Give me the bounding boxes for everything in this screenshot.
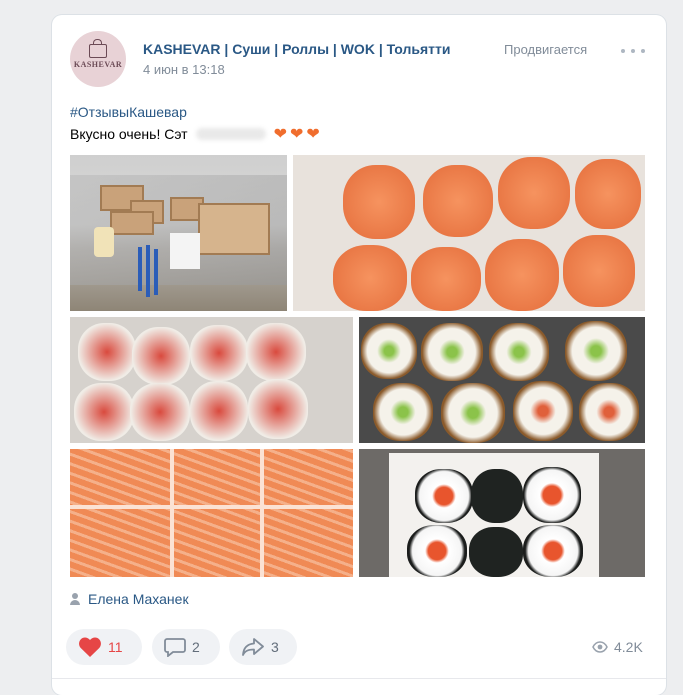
comment-icon [164,638,186,657]
post-photo-6[interactable] [359,449,645,577]
blurred-text [195,128,266,140]
share-icon [242,638,264,656]
post-text: Вкусно очень! Сэт ❤❤❤ [70,124,323,144]
community-avatar[interactable]: KASHEVAR [70,31,126,87]
post-card: KASHEVAR KASHEVAR | Суши | Роллы | WOK |… [52,15,666,695]
like-count: 11 [108,639,123,655]
avatar-logo-text: KASHEVAR [73,60,123,69]
signer-name: Елена Маханек [88,591,189,607]
post-photo-5[interactable] [70,449,353,577]
views-count: 4.2K [614,639,643,655]
hearts-emoji: ❤❤❤ [273,126,323,143]
share-count: 3 [271,639,279,655]
post-date[interactable]: 4 июн в 13:18 [143,62,225,77]
more-icon[interactable] [621,43,645,59]
promoted-label: Продвигается [504,42,588,57]
post-photo-4[interactable] [359,317,645,443]
comment-count: 2 [192,639,200,655]
post-photo-3[interactable] [70,317,353,443]
post-text-body: Вкусно очень! Сэт [70,126,188,142]
share-button[interactable]: 3 [229,629,297,665]
eye-icon [592,641,608,653]
hashtag-link[interactable]: #ОтзывыКашевар [70,104,187,120]
comment-button[interactable]: 2 [152,629,220,665]
heart-icon [79,637,101,657]
user-icon [70,593,80,605]
views-counter: 4.2K [592,639,643,655]
post-photo-2[interactable] [293,155,645,311]
post-photo-1[interactable] [70,155,287,311]
card-divider [52,678,666,679]
signer-link[interactable]: Елена Маханек [70,591,189,607]
community-name-link[interactable]: KASHEVAR | Суши | Роллы | WOK | Тольятти [143,41,451,57]
bag-logo-icon [89,39,107,58]
like-button[interactable]: 11 [66,629,142,665]
